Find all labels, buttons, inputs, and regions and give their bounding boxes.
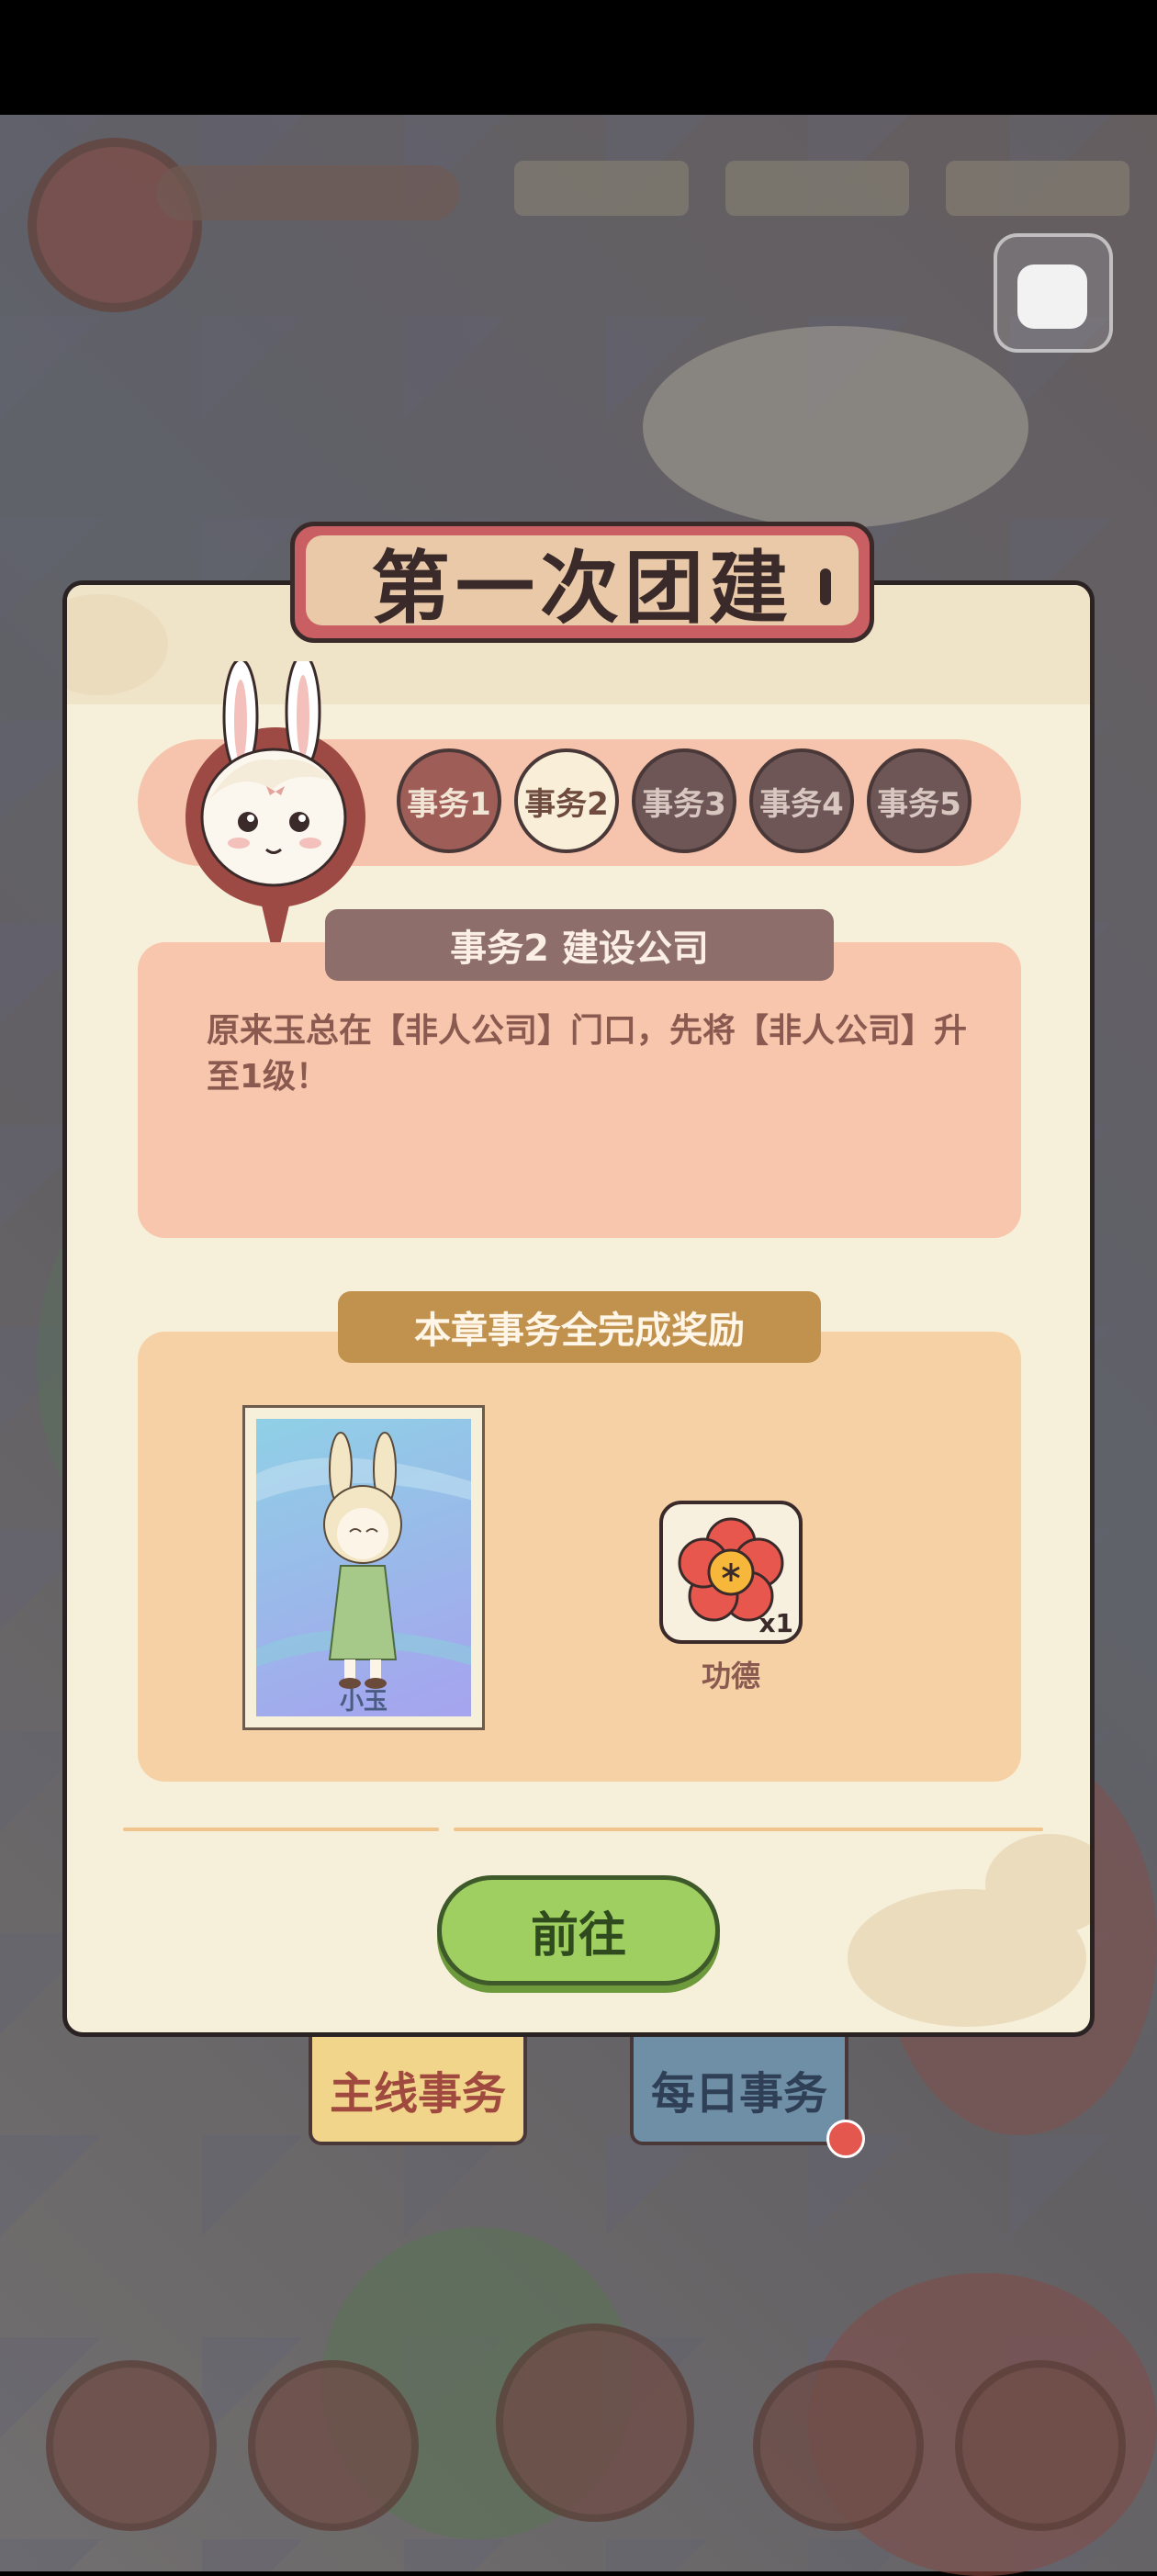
status-bar — [0, 0, 1157, 115]
pin-right-icon — [820, 568, 831, 605]
dialog-title: 第一次团建 — [371, 542, 793, 635]
card-name: 小玉 — [339, 1688, 388, 1715]
item-count: x1 — [758, 1608, 793, 1638]
character-card-portrait-icon — [256, 1432, 471, 1689]
task-5-button[interactable]: 事务5 — [867, 748, 972, 853]
divider-right — [454, 1828, 1043, 1831]
tab-daily-tasks[interactable]: 每日事务 — [630, 2037, 848, 2145]
notification-dot — [826, 2120, 865, 2158]
tab-main-tasks[interactable]: 主线事务 — [309, 2037, 527, 2145]
item-name: 功德 — [701, 1659, 760, 1693]
close-button[interactable] — [994, 233, 1113, 353]
task-3-button[interactable]: 事务3 — [632, 748, 736, 853]
task-title: 事务2 建设公司 — [325, 909, 834, 981]
divider-left — [123, 1828, 439, 1831]
task-4-button[interactable]: 事务4 — [749, 748, 854, 853]
dialog-title-plate: 第一次团建 — [290, 522, 874, 643]
reward-title: 本章事务全完成奖励 — [338, 1291, 821, 1363]
task-1-button[interactable]: 事务1 — [397, 748, 501, 853]
go-button[interactable]: 前往 — [437, 1875, 720, 1985]
close-icon — [1017, 264, 1087, 329]
task-2-button[interactable]: 事务2 — [514, 748, 619, 853]
task-description: 原来玉总在【非人公司】门口，先将【非人公司】升至1级！ — [207, 1012, 968, 1096]
character-card-reward[interactable]: 小玉 — [242, 1405, 485, 1730]
card-art — [256, 1419, 471, 1716]
merit-item-reward[interactable]: x1 — [659, 1501, 803, 1644]
